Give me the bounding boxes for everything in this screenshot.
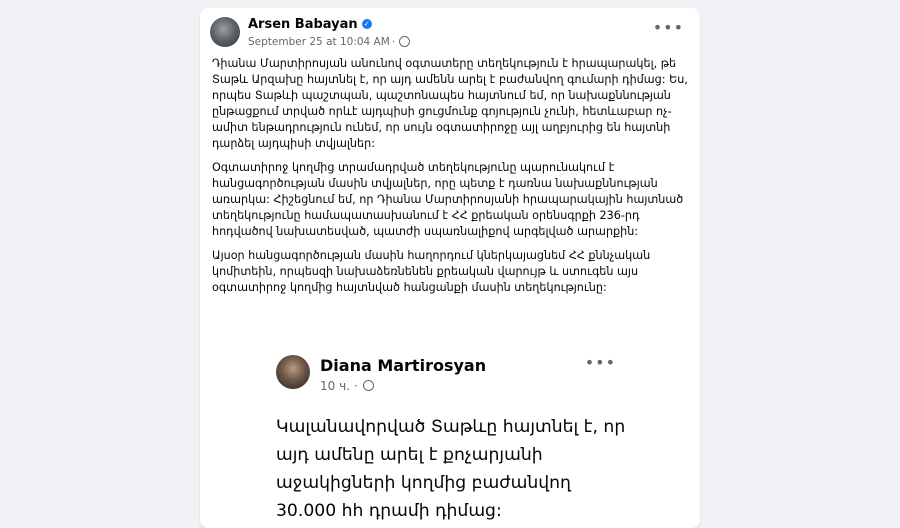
facebook-post-card: Arsen Babayan ✓ September 25 at 10:04 AM ·… <box>200 8 700 528</box>
verified-badge-icon: ✓ <box>361 18 372 29</box>
post-timestamp[interactable]: September 25 at 10:04 AM <box>248 36 390 48</box>
post-body: Դիանա Մարտիրոսյան անունով օգտատերը տեղեկ… <box>212 56 688 304</box>
shared-author-avatar <box>276 355 310 389</box>
post-header: Arsen Babayan ✓ September 25 at 10:04 AM ·… <box>210 17 690 57</box>
post-paragraph-1: Դիանա Մարտիրոսյան անունով օգտատերը տեղեկ… <box>212 57 688 150</box>
post-meta: September 25 at 10:04 AM · <box>248 35 411 48</box>
shared-meta-separator: · <box>353 379 358 393</box>
globe-icon <box>363 380 375 391</box>
shared-more-options-icon: ••• <box>584 353 616 372</box>
more-options-icon[interactable]: ••• <box>653 20 684 36</box>
author-name[interactable]: Arsen Babayan <box>248 17 358 32</box>
author-name-row: Arsen Babayan ✓ <box>248 17 372 32</box>
shared-post-screenshot[interactable]: Diana Martirosyan 10 ч. · ••• Կալանավորվ… <box>264 343 636 528</box>
shared-author-name: Diana Martirosyan <box>320 356 487 375</box>
meta-separator: · <box>391 36 396 48</box>
post-paragraph-3: Այսօր հանցագործության մասին հաղորդում կն… <box>212 249 651 294</box>
author-avatar[interactable] <box>210 17 240 47</box>
shared-post-text: Կալանավորված Տաթևը հայտնել է, որ այդ ամե… <box>276 417 626 521</box>
shared-post-meta: 10 ч. · <box>320 379 375 393</box>
globe-icon <box>399 35 411 47</box>
shared-post-time: 10 ч. <box>320 379 350 393</box>
post-paragraph-2: Օգտատիրոջ կողմից տրամադրված տեղեկություն… <box>212 161 684 238</box>
